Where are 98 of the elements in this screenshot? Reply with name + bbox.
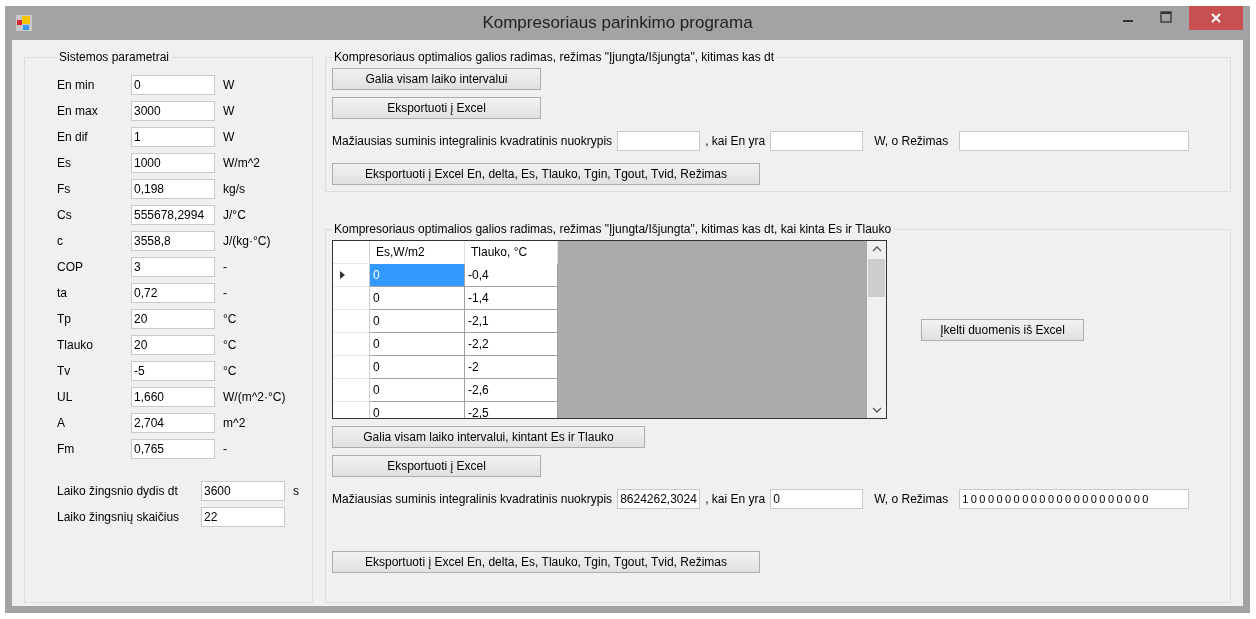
parameter-field[interactable]: 0,198 — [131, 179, 215, 199]
parameter-field[interactable]: 0 — [131, 75, 215, 95]
deviation-field[interactable]: 8624262,3024 — [617, 489, 701, 509]
unit-label: W/m^2 — [223, 156, 260, 170]
table-cell[interactable]: 0 — [370, 310, 465, 333]
load-button[interactable]: Įkelti duomenis iš Excel — [921, 318, 1084, 341]
table-cell[interactable]: -2,6 — [465, 379, 558, 402]
result-label: W, o Režimas — [874, 134, 949, 148]
close-button[interactable] — [1189, 6, 1243, 30]
minimize-icon — [1123, 20, 1133, 22]
parameter-field[interactable]: 0,72 — [131, 283, 215, 303]
maximize-icon — [1160, 11, 1172, 23]
export-button[interactable]: Eksportuoti į Excel En, delta, Es, Tlauko, Tgin, Tgout, Tvid, Režimas — [332, 163, 760, 185]
parameter-label: Fs — [57, 182, 72, 196]
action-button[interactable]: Eksportuoti į Excel — [332, 455, 541, 477]
table-cell[interactable]: -1,4 — [465, 287, 558, 310]
unit-label: W — [223, 78, 235, 92]
mode-field[interactable]: 1 0 0 0 0 0 0 0 0 0 0 0 0 0 0 0 0 0 0 0 0 0 — [959, 489, 1190, 509]
table-cell[interactable]: 0 — [370, 287, 465, 310]
parameter-field[interactable]: 1,660 — [131, 387, 215, 407]
mode-field[interactable] — [959, 131, 1190, 151]
unit-label: m^2 — [223, 416, 246, 430]
export-button[interactable]: Eksportuoti į Excel En, delta, Es, Tlauko, Tgin, Tgout, Tvid, Režimas — [332, 551, 760, 573]
parameter-label: En max — [57, 104, 99, 118]
unit-label: °C — [223, 338, 237, 352]
step-label: Laiko žingsnių skaičius — [57, 510, 181, 524]
window-title: Kompresoriaus parinkimo programa — [481, 13, 754, 33]
table-cell[interactable]: -0,4 — [465, 264, 558, 287]
table-cell[interactable]: 0 — [370, 356, 465, 379]
action-button[interactable]: Galia visam laiko intervalui — [332, 68, 541, 90]
unit-label: J/°C — [223, 208, 246, 222]
table-cell[interactable]: 0 — [370, 379, 465, 402]
table-cell[interactable]: 0 — [370, 402, 465, 418]
unit-label: °C — [223, 364, 237, 378]
parameter-field[interactable]: 3000 — [131, 101, 215, 121]
scroll-down-icon — [871, 407, 882, 413]
unit-label: J/(kg·°C) — [223, 234, 271, 248]
parameter-label: COP — [57, 260, 84, 274]
unit-label: - — [223, 260, 227, 274]
parameter-label: Fm — [57, 442, 76, 456]
parameter-field[interactable]: 20 — [131, 335, 215, 355]
unit-label: W — [223, 104, 235, 118]
power-field[interactable] — [770, 131, 864, 151]
parameter-label: En min — [57, 78, 96, 92]
group-title: Kompresoriaus optimalios galios radimas, režimas "Įjungta/Išjungta", kitimas kas dt — [333, 50, 776, 64]
row-header[interactable] — [333, 264, 370, 287]
unit-label: - — [223, 286, 227, 300]
result-label: W, o Režimas — [874, 492, 949, 506]
parameter-field[interactable]: 1 — [131, 127, 215, 147]
scroll-up-icon — [871, 246, 882, 252]
parameter-label: En dif — [57, 130, 89, 144]
result-label: Mažiausias suminis integralinis kvadratinis nuokrypis — [332, 134, 613, 148]
parameter-field[interactable]: 3558,8 — [131, 231, 215, 251]
result-label: Mažiausias suminis integralinis kvadratinis nuokrypis — [332, 492, 613, 506]
row-header — [333, 241, 370, 264]
parameter-field[interactable]: 555678,2994 — [131, 205, 215, 225]
parameter-field[interactable]: 0,765 — [131, 439, 215, 459]
action-button[interactable]: Eksportuoti į Excel — [332, 97, 541, 119]
parameter-label: Cs — [57, 208, 73, 222]
group-title: Sistemos parametrai — [58, 50, 171, 64]
close-icon — [1210, 12, 1222, 24]
action-button[interactable]: Galia visam laiko intervalui, kintant Es ir Tlauko — [332, 426, 645, 448]
parameter-label: c — [57, 234, 64, 248]
table-cell[interactable]: -2,5 — [465, 402, 558, 418]
table-cell[interactable]: -2,1 — [465, 310, 558, 333]
power-field[interactable]: 0 — [770, 489, 864, 509]
unit-label: W/(m^2·°C) — [223, 390, 286, 404]
parameter-field[interactable]: 1000 — [131, 153, 215, 173]
result-label: , kai En yra — [705, 492, 766, 506]
result-label: , kai En yra — [705, 134, 766, 148]
parameter-field[interactable]: -5 — [131, 361, 215, 381]
app-icon — [16, 15, 32, 31]
group-title: Kompresoriaus optimalios galios radimas, režimas "Įjungta/Išjungta", kitimas kas dt, kai kinta Es ir Tlauko — [333, 222, 893, 236]
parameter-field[interactable]: 3 — [131, 257, 215, 277]
table-cell[interactable]: 0 — [370, 333, 465, 356]
parameter-field[interactable]: 2,704 — [131, 413, 215, 433]
unit-label: W — [223, 130, 235, 144]
scrollbar-thumb[interactable] — [868, 259, 885, 297]
parameter-label: Es — [57, 156, 72, 170]
table-cell[interactable]: -2 — [465, 356, 558, 379]
step-field[interactable]: 3600 — [201, 481, 285, 501]
unit-label: s — [293, 484, 299, 498]
deviation-field[interactable] — [617, 131, 701, 151]
parameter-field[interactable]: 20 — [131, 309, 215, 329]
unit-label: - — [223, 442, 227, 456]
scrollbar[interactable] — [867, 241, 886, 418]
parameter-label: Tlauko — [57, 338, 95, 352]
unit-label: kg/s — [223, 182, 245, 196]
step-field[interactable]: 22 — [201, 507, 285, 527]
parameter-label: UL — [57, 390, 74, 404]
table-cell[interactable]: -2,2 — [465, 333, 558, 356]
parameter-label: ta — [57, 286, 68, 300]
parameter-label: Tp — [57, 312, 72, 326]
unit-label: °C — [223, 312, 237, 326]
step-label: Laiko žingsnio dydis dt — [57, 484, 179, 498]
parameter-label: Tv — [57, 364, 72, 378]
parameter-label: A — [57, 416, 66, 430]
current-row-icon — [340, 271, 345, 279]
